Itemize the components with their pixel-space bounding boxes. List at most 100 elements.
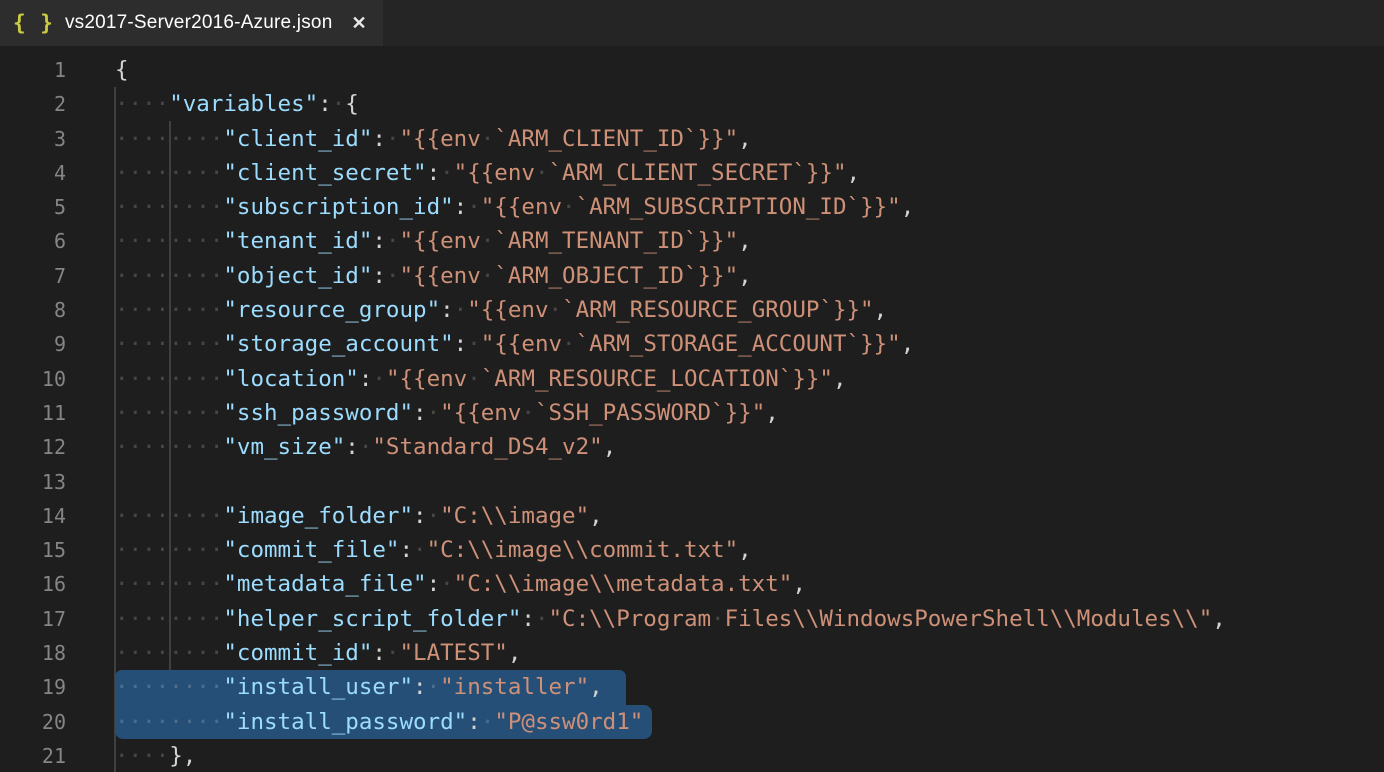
whitespace-dots: ········ — [115, 571, 223, 597]
line-number[interactable]: 18 — [0, 636, 115, 670]
code-text[interactable]: ········"client_secret":·"{{env·`ARM_CLI… — [115, 156, 1384, 190]
code-lines[interactable]: 1{2····"variables":·{3········"client_id… — [0, 46, 1384, 772]
whitespace-dots: · — [386, 640, 400, 666]
code-line[interactable]: 13 — [0, 465, 1384, 499]
code-line[interactable]: 7········"object_id":·"{{env·`ARM_OBJECT… — [0, 259, 1384, 293]
code-line[interactable]: 8········"resource_group":·"{{env·`ARM_R… — [0, 293, 1384, 327]
whitespace-dots: · — [521, 400, 535, 426]
whitespace-dots: · — [359, 434, 373, 460]
code-line[interactable]: 17········"helper_script_folder":·"C:\\P… — [0, 602, 1384, 636]
whitespace-dots: · — [481, 709, 495, 735]
code-line[interactable]: 2····"variables":·{ — [0, 87, 1384, 121]
code-text[interactable]: { — [115, 53, 1384, 87]
line-number[interactable]: 11 — [0, 396, 115, 430]
line-content: ········"client_secret":·"{{env·`ARM_CLI… — [115, 156, 860, 190]
line-number[interactable]: 6 — [0, 224, 115, 258]
line-content: ········"image_folder":·"C:\\image", — [115, 499, 603, 533]
line-number[interactable]: 7 — [0, 259, 115, 293]
code-line[interactable]: 19········"install_user":·"installer", — [0, 670, 1384, 704]
line-number[interactable]: 9 — [0, 327, 115, 361]
whitespace-dots: ········ — [115, 263, 223, 289]
line-content: ········"commit_file":·"C:\\image\\commi… — [115, 533, 752, 567]
code-line[interactable]: 20········"install_password":·"P@ssw0rd1… — [0, 705, 1384, 739]
code-line[interactable]: 18········"commit_id":·"LATEST", — [0, 636, 1384, 670]
code-text[interactable] — [115, 465, 1384, 499]
code-text[interactable]: ········"subscription_id":·"{{env·`ARM_S… — [115, 190, 1384, 224]
code-text[interactable]: ········"client_id":·"{{env·`ARM_CLIENT_… — [115, 122, 1384, 156]
whitespace-dots: · — [454, 297, 468, 323]
line-number[interactable]: 12 — [0, 430, 115, 464]
code-line[interactable]: 14········"image_folder":·"C:\\image", — [0, 499, 1384, 533]
code-text[interactable]: ········"storage_account":·"{{env·`ARM_S… — [115, 327, 1384, 361]
code-text[interactable]: ········"commit_file":·"C:\\image\\commi… — [115, 533, 1384, 567]
selection-highlight: ········"install_password":·"P@ssw0rd1" — [115, 705, 652, 739]
whitespace-dots: · — [467, 331, 481, 357]
code-line[interactable]: 16········"metadata_file":·"C:\\image\\m… — [0, 567, 1384, 601]
line-number[interactable]: 13 — [0, 465, 115, 499]
code-line[interactable]: 10········"location":·"{{env·`ARM_RESOUR… — [0, 362, 1384, 396]
whitespace-dots: ········ — [115, 606, 223, 632]
line-content: ········"object_id":·"{{env·`ARM_OBJECT_… — [115, 259, 752, 293]
whitespace-dots: · — [481, 228, 495, 254]
json-file-icon: { } — [13, 11, 54, 35]
code-text[interactable]: ········"vm_size":·"Standard_DS4_v2", — [115, 430, 1384, 464]
code-line[interactable]: 9········"storage_account":·"{{env·`ARM_… — [0, 327, 1384, 361]
code-line[interactable]: 1{ — [0, 53, 1384, 87]
editor[interactable]: 1{2····"variables":·{3········"client_id… — [0, 46, 1384, 772]
whitespace-dots: · — [467, 366, 481, 392]
whitespace-dots: · — [413, 537, 427, 563]
line-number[interactable]: 17 — [0, 602, 115, 636]
line-number[interactable]: 16 — [0, 567, 115, 601]
code-text[interactable]: ········"metadata_file":·"C:\\image\\met… — [115, 567, 1384, 601]
line-number[interactable]: 21 — [0, 739, 115, 772]
line-number[interactable]: 14 — [0, 499, 115, 533]
code-line[interactable]: 11········"ssh_password":·"{{env·`SSH_PA… — [0, 396, 1384, 430]
line-number[interactable]: 2 — [0, 87, 115, 121]
code-line[interactable]: 12········"vm_size":·"Standard_DS4_v2", — [0, 430, 1384, 464]
code-text[interactable]: ········"resource_group":·"{{env·`ARM_RE… — [115, 293, 1384, 327]
code-line[interactable]: 6········"tenant_id":·"{{env·`ARM_TENANT… — [0, 224, 1384, 258]
line-number[interactable]: 3 — [0, 122, 115, 156]
line-content: ········"vm_size":·"Standard_DS4_v2", — [115, 430, 616, 464]
code-text[interactable]: ········"helper_script_folder":·"C:\\Pro… — [115, 602, 1384, 636]
code-text[interactable]: ········"ssh_password":·"{{env·`SSH_PASS… — [115, 396, 1384, 430]
whitespace-dots: ········ — [115, 674, 223, 700]
code-line[interactable]: 3········"client_id":·"{{env·`ARM_CLIENT… — [0, 122, 1384, 156]
line-number[interactable]: 5 — [0, 190, 115, 224]
line-number[interactable]: 8 — [0, 293, 115, 327]
whitespace-dots: · — [481, 263, 495, 289]
line-content: ········"tenant_id":·"{{env·`ARM_TENANT_… — [115, 224, 752, 258]
code-text[interactable]: ········"location":·"{{env·`ARM_RESOURCE… — [115, 362, 1384, 396]
line-content: ····}, — [115, 739, 196, 772]
line-content: ········"subscription_id":·"{{env·`ARM_S… — [115, 190, 914, 224]
whitespace-dots: · — [467, 194, 481, 220]
code-text[interactable]: ········"install_password":·"P@ssw0rd1" — [115, 705, 1384, 739]
code-text[interactable]: ········"tenant_id":·"{{env·`ARM_TENANT_… — [115, 224, 1384, 258]
code-line[interactable]: 15········"commit_file":·"C:\\image\\com… — [0, 533, 1384, 567]
code-text[interactable]: ········"image_folder":·"C:\\image", — [115, 499, 1384, 533]
whitespace-dots: · — [427, 400, 441, 426]
whitespace-dots: ········ — [115, 366, 223, 392]
code-text[interactable]: ········"object_id":·"{{env·`ARM_OBJECT_… — [115, 259, 1384, 293]
code-line[interactable]: 4········"client_secret":·"{{env·`ARM_CL… — [0, 156, 1384, 190]
code-text[interactable]: ········"commit_id":·"LATEST", — [115, 636, 1384, 670]
whitespace-dots: · — [535, 606, 549, 632]
line-number[interactable]: 15 — [0, 533, 115, 567]
code-text[interactable]: ····"variables":·{ — [115, 87, 1384, 121]
whitespace-dots: · — [386, 126, 400, 152]
code-line[interactable]: 21····}, — [0, 739, 1384, 772]
code-text[interactable]: ····}, — [115, 739, 1384, 772]
code-text[interactable]: ········"install_user":·"installer", — [115, 670, 1384, 704]
line-number[interactable]: 4 — [0, 156, 115, 190]
whitespace-dots: ········ — [115, 160, 223, 186]
line-number[interactable]: 1 — [0, 53, 115, 87]
line-number[interactable]: 10 — [0, 362, 115, 396]
close-icon[interactable]: ✕ — [349, 12, 368, 34]
tab-vs2017-server2016-azure-json[interactable]: { } vs2017-Server2016-Azure.json ✕ — [0, 0, 383, 46]
whitespace-dots: · — [372, 366, 386, 392]
code-line[interactable]: 5········"subscription_id":·"{{env·`ARM_… — [0, 190, 1384, 224]
whitespace-dots: · — [440, 571, 454, 597]
line-number[interactable]: 19 — [0, 670, 115, 704]
whitespace-dots: · — [386, 263, 400, 289]
line-number[interactable]: 20 — [0, 705, 115, 739]
